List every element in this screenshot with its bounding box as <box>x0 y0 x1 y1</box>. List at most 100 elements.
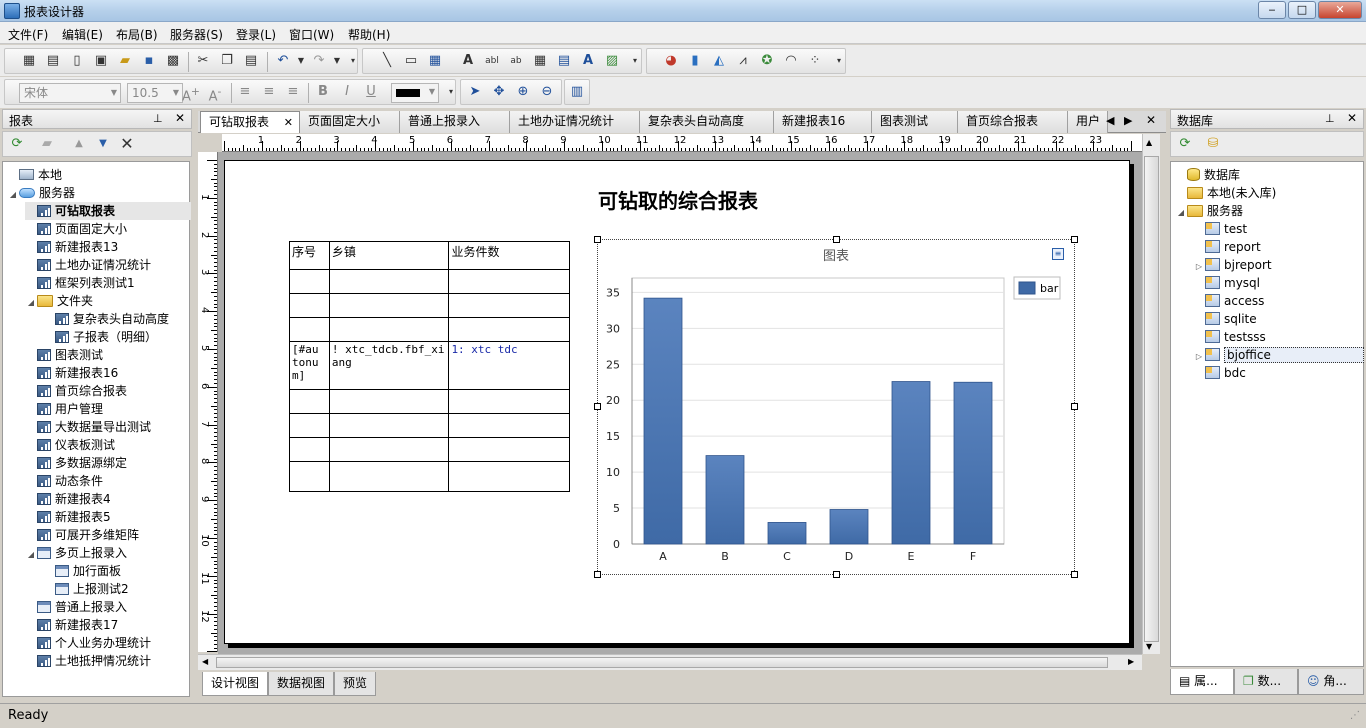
expr-cell-town[interactable]: ! xtc_tdcb.fbf_xiang <box>328 341 450 390</box>
save-all-icon[interactable]: ▩ <box>163 51 183 71</box>
new-report-icon[interactable]: ▦ <box>19 51 39 71</box>
horizontal-scrollbar[interactable]: ◀ ▶ <box>198 654 1142 670</box>
radar-chart-icon[interactable]: ✪ <box>757 51 777 71</box>
table-cell[interactable] <box>328 437 450 462</box>
maximize-button[interactable]: □ <box>1288 1 1316 19</box>
table-cell[interactable] <box>448 293 570 318</box>
toolbar-overflow-icon-2[interactable]: ▾ <box>625 51 645 71</box>
expand-arrow-icon[interactable]: ◢ <box>25 294 37 312</box>
move-down-icon[interactable]: ▼ <box>93 134 113 154</box>
table-cell[interactable] <box>289 317 330 342</box>
header-cell-index[interactable]: 序号 <box>289 241 330 270</box>
expr-cell-count[interactable]: 1: xtc tdc <box>448 341 570 390</box>
zoom-in-icon[interactable]: ⊕ <box>513 82 533 102</box>
align-right-icon[interactable]: ≡ <box>283 82 303 102</box>
rectangle-icon[interactable]: ▭ <box>401 51 421 71</box>
expand-arrow-icon[interactable]: ◢ <box>1175 204 1187 222</box>
header-cell-count[interactable]: 业务件数 <box>448 241 570 270</box>
grow-font-icon[interactable]: A+ <box>181 82 201 104</box>
tree-item[interactable]: 子报表（明细） <box>43 328 157 346</box>
tree-item[interactable]: 本地 <box>7 166 62 184</box>
tree-item[interactable]: 普通上报录入 <box>25 598 127 616</box>
close-button[interactable]: ✕ <box>1318 1 1362 19</box>
tree-item[interactable]: 动态条件 <box>25 472 103 490</box>
table-cell[interactable] <box>328 413 450 438</box>
tab-data[interactable]: ❐ 数... <box>1234 669 1298 695</box>
doc-tab[interactable]: 普通上报录入 <box>400 111 510 133</box>
font-color-icon[interactable]: A <box>578 51 598 71</box>
scroll-up-icon[interactable]: ▲ <box>1146 138 1152 147</box>
vertical-scrollbar[interactable]: ▲ ▼ <box>1142 134 1160 654</box>
new-folder-icon[interactable]: ▰ <box>37 134 57 154</box>
underline-button[interactable]: U <box>361 82 381 102</box>
image-icon[interactable]: ▨ <box>602 51 622 71</box>
tree-item[interactable]: 本地(未入库) <box>1175 184 1276 202</box>
scroll-left-icon[interactable]: ◀ <box>202 657 208 666</box>
tree-item[interactable]: 新建报表5 <box>25 508 111 526</box>
tree-item[interactable]: 土地办证情况统计 <box>25 256 151 274</box>
resize-handle[interactable] <box>1071 571 1078 578</box>
copy-icon[interactable]: ❐ <box>217 51 237 71</box>
table-cell[interactable] <box>328 317 450 342</box>
tree-item[interactable]: bdc <box>1193 364 1246 382</box>
pan-icon[interactable]: ✥ <box>489 82 509 102</box>
tree-item[interactable]: test <box>1193 220 1247 238</box>
scroll-down-icon[interactable]: ▼ <box>1146 642 1152 651</box>
line-icon[interactable]: ╲ <box>377 51 397 71</box>
table-cell[interactable] <box>448 389 570 414</box>
tree-item[interactable]: 用户管理 <box>25 400 103 418</box>
redo-icon[interactable]: ↷ <box>309 51 329 71</box>
gauge-icon[interactable]: ◠ <box>781 51 801 71</box>
tree-item[interactable]: 图表测试 <box>25 346 103 364</box>
menu-server[interactable]: 服务器(S) <box>166 25 227 44</box>
tab-properties[interactable]: ▤ 属... <box>1170 669 1234 695</box>
table-cell[interactable] <box>448 413 570 438</box>
tree-item[interactable]: ◢ 服务器 <box>1175 202 1243 220</box>
pointer-icon[interactable]: ➤ <box>465 82 485 102</box>
resize-handle[interactable] <box>594 571 601 578</box>
tree-item[interactable]: 上报测试2 <box>43 580 129 598</box>
resize-handle[interactable] <box>594 403 601 410</box>
label-icon[interactable]: ab <box>506 51 526 71</box>
tab-scroll-right-icon[interactable]: ▶ <box>1124 114 1132 127</box>
doc-tab[interactable]: 首页综合报表 <box>958 111 1068 133</box>
expr-cell-autonum[interactable]: [#au tonum] <box>289 341 330 390</box>
doc-tab[interactable]: 图表测试 <box>872 111 958 133</box>
tab-preview[interactable]: 预览 <box>334 672 377 696</box>
table-cell[interactable] <box>289 461 330 492</box>
tree-item[interactable]: 新建报表4 <box>25 490 111 508</box>
scroll-right-icon[interactable]: ▶ <box>1128 657 1134 666</box>
bold-button[interactable]: B <box>313 82 333 102</box>
horizontal-scroll-thumb[interactable] <box>216 657 1108 668</box>
close-tab-icon[interactable]: ✕ <box>284 112 293 133</box>
tab-design-view[interactable]: 设计视图 <box>202 672 269 696</box>
tree-item[interactable]: 新建报表13 <box>25 238 118 256</box>
table-cell[interactable] <box>289 293 330 318</box>
doc-tab[interactable]: 土地办证情况统计 <box>510 111 640 133</box>
doc-tab[interactable]: 用户 <box>1068 111 1108 133</box>
table-cell[interactable] <box>328 293 450 318</box>
new-file-icon[interactable]: ▯ <box>67 51 87 71</box>
tree-item[interactable]: 多数据源绑定 <box>25 454 127 472</box>
tree-item[interactable]: ▷ bjreport <box>1193 256 1272 274</box>
table-cell[interactable] <box>328 389 450 414</box>
doc-tab[interactable]: 新建报表16 <box>774 111 872 133</box>
expand-arrow-icon[interactable]: ◢ <box>7 186 19 204</box>
tree-item[interactable]: ◢ 多页上报录入 <box>25 544 127 562</box>
table-icon[interactable]: ▦ <box>425 51 445 71</box>
close-icon[interactable]: ✕ <box>1347 111 1357 125</box>
table-cell[interactable] <box>448 437 570 462</box>
tree-item[interactable]: 新建报表16 <box>25 364 118 382</box>
tree-item[interactable]: 个人业务办理统计 <box>25 634 151 652</box>
close-icon[interactable]: ✕ <box>175 111 185 125</box>
resize-handle[interactable] <box>1071 236 1078 243</box>
color-select[interactable]: ▼ <box>391 83 439 103</box>
table-cell[interactable] <box>289 413 330 438</box>
pie-chart-icon[interactable]: ◕ <box>661 51 681 71</box>
toolbar-overflow-icon[interactable]: ▾ <box>343 51 363 71</box>
text-icon[interactable]: A <box>458 51 478 71</box>
table-cell[interactable] <box>448 461 570 492</box>
menu-help[interactable]: 帮助(H) <box>344 25 394 44</box>
delete-icon[interactable]: ✕ <box>117 134 137 154</box>
tree-item[interactable]: ◢ 文件夹 <box>25 292 93 310</box>
